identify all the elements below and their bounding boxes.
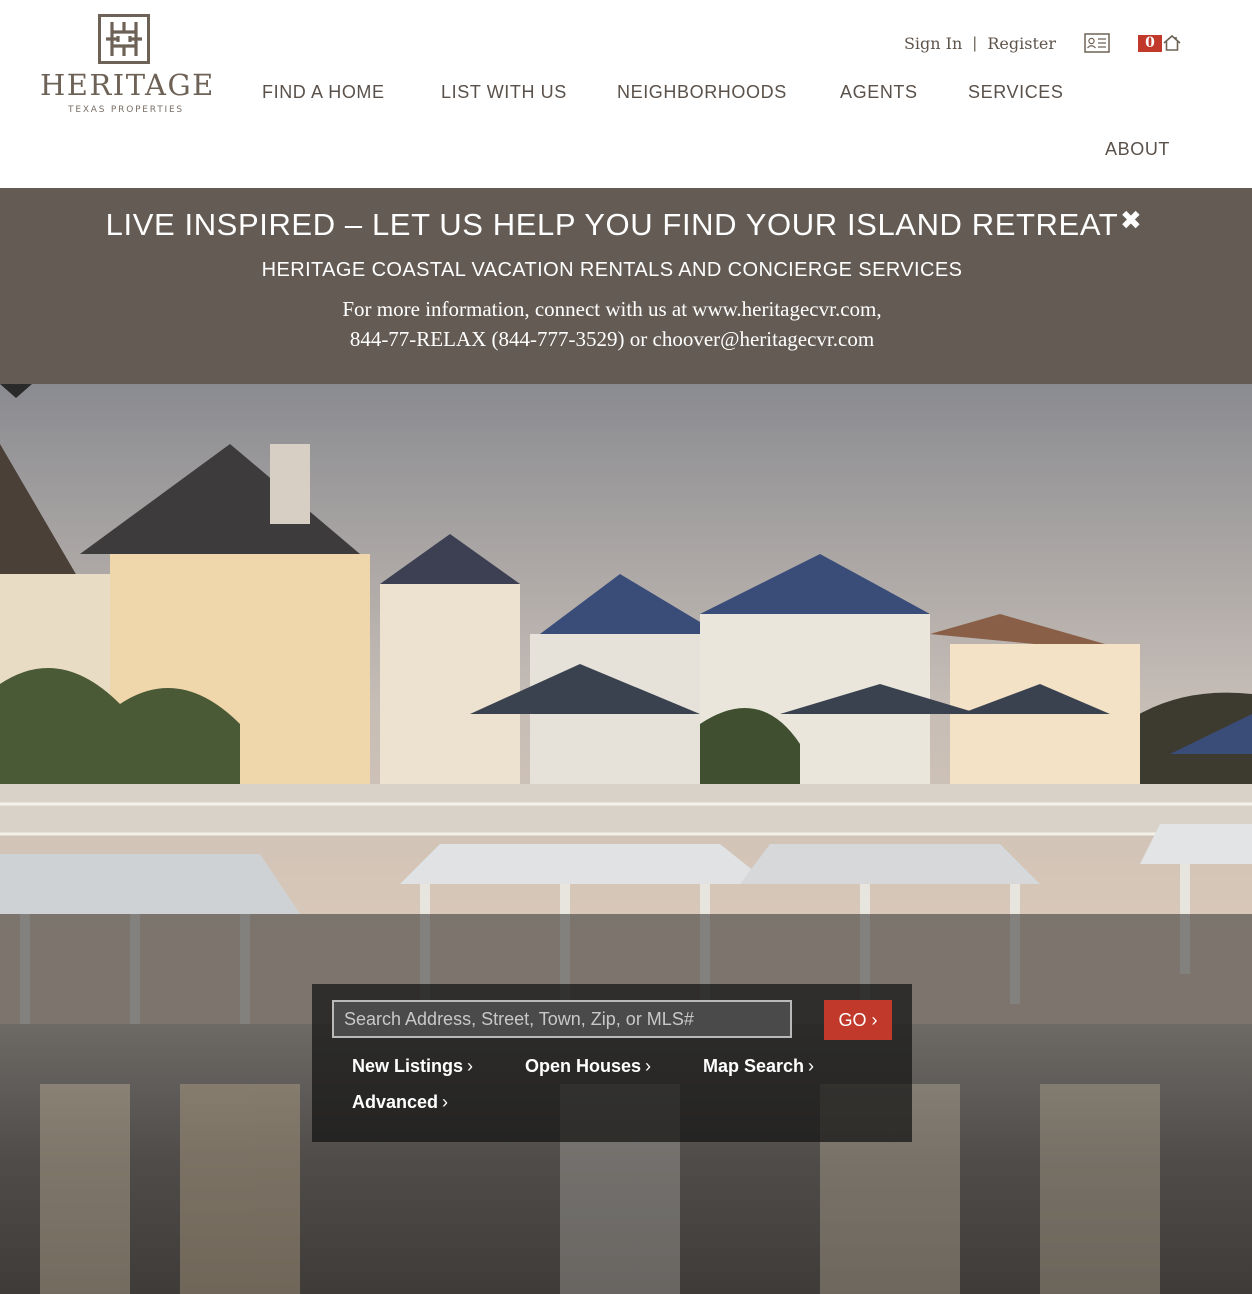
heritage-maze-logo-icon	[98, 14, 150, 64]
down-arrow-icon[interactable]	[0, 384, 32, 400]
brand-name: HERITAGE	[40, 68, 215, 102]
chevron-right-icon: ›	[467, 1056, 474, 1076]
hero-section: GO › New Listings› Open Houses› Map Sear…	[0, 384, 1252, 1294]
brand-tagline: TEXAS PROPERTIES	[68, 105, 184, 115]
go-button[interactable]: GO ›	[824, 1000, 892, 1040]
nav-services[interactable]: SERVICES	[968, 82, 1064, 103]
nav-neighborhoods[interactable]: NEIGHBORHOODS	[617, 82, 787, 103]
logo[interactable]: HERITAGE TEXAS PROPERTIES	[40, 14, 215, 118]
sign-in-link[interactable]: Sign In	[904, 34, 962, 53]
banner-info-line-1: For more information, connect with us at…	[342, 297, 882, 321]
open-houses-link[interactable]: Open Houses ›	[525, 1056, 651, 1077]
waterfront-homes-photo	[0, 384, 1252, 1294]
register-link[interactable]: Register	[987, 34, 1056, 53]
chevron-right-icon: ›	[442, 1092, 449, 1112]
banner-contact-info: For more information, connect with us at…	[0, 294, 1224, 354]
site-header: HERITAGE TEXAS PROPERTIES Sign In | Regi…	[0, 0, 1252, 188]
nav-find-a-home[interactable]: FIND A HOME	[262, 82, 385, 103]
house-icon	[1163, 34, 1181, 51]
search-input[interactable]	[332, 1000, 792, 1038]
saved-homes[interactable]: 0	[1138, 34, 1182, 52]
close-icon[interactable]: ✖	[1120, 206, 1142, 236]
chevron-right-icon: ›	[645, 1056, 652, 1076]
banner-subtitle: HERITAGE COASTAL VACATION RENTALS AND CO…	[261, 259, 963, 281]
utility-separator: |	[972, 34, 978, 52]
nav-agents[interactable]: AGENTS	[840, 82, 918, 103]
contact-card-icon[interactable]	[1084, 33, 1110, 53]
search-panel: GO › New Listings› Open Houses› Map Sear…	[312, 984, 912, 1142]
advanced-label: Advanced	[352, 1092, 439, 1112]
advanced-search-link[interactable]: Advanced ›	[352, 1092, 448, 1113]
utility-bar: Sign In | Register 0	[904, 32, 1182, 54]
go-button-label: GO	[838, 1009, 867, 1030]
banner-title: LIVE INSPIRED – LET US HELP YOU FIND YOU…	[105, 207, 1119, 242]
nav-list-with-us[interactable]: LIST WITH US	[441, 82, 567, 103]
map-search-label: Map Search	[703, 1056, 805, 1076]
nav-about[interactable]: ABOUT	[1105, 139, 1170, 160]
new-listings-link[interactable]: New Listings ›	[352, 1056, 473, 1077]
open-houses-label: Open Houses	[525, 1056, 642, 1076]
new-listings-label: New Listings	[352, 1056, 464, 1076]
chevron-right-icon: ›	[871, 1009, 878, 1030]
map-search-link[interactable]: Map Search ›	[703, 1056, 814, 1077]
promo-banner: LIVE INSPIRED – LET US HELP YOU FIND YOU…	[0, 188, 1252, 384]
chevron-right-icon: ›	[808, 1056, 815, 1076]
saved-count-badge: 0	[1138, 34, 1162, 52]
banner-info-line-2: 844-77-RELAX (844-777-3529) or choover@h…	[349, 327, 875, 351]
